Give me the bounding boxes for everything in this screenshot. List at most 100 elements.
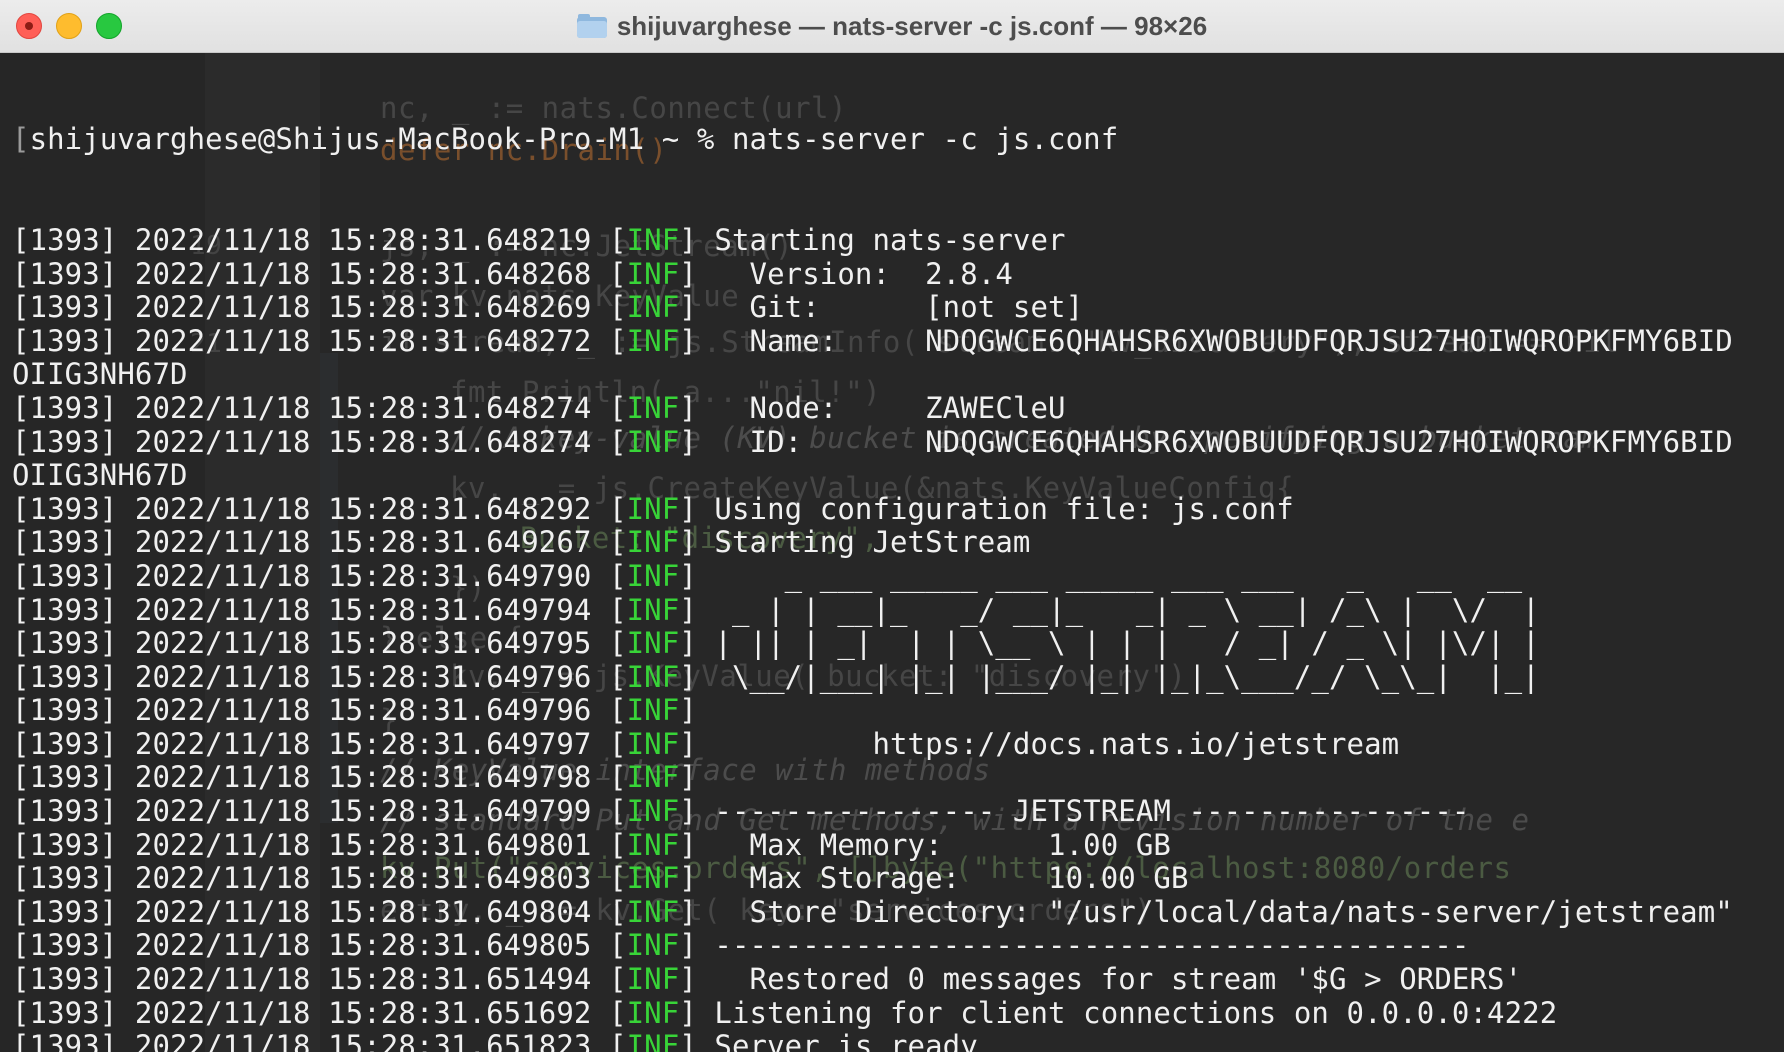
log-line: [1393] 2022/11/18 15:28:31.651494 [INF] … (12, 962, 1523, 997)
log-pid: [1393] (12, 390, 118, 425)
log-pid: [1393] (12, 525, 118, 560)
log-pid: [1393] (12, 256, 118, 291)
log-pid: [1393] (12, 861, 118, 896)
log-level-tag: INF (626, 525, 680, 560)
log-timestamp: 2022/11/18 15:28:31.651692 (134, 995, 592, 1030)
log-level-tag: INF (626, 726, 680, 761)
log-line: [1393] 2022/11/18 15:28:31.648269 [INF] … (12, 290, 1084, 325)
log-timestamp: 2022/11/18 15:28:31.648272 (134, 323, 592, 358)
log-message: Server is ready (696, 1029, 978, 1052)
log-message: Starting nats-server (696, 222, 1066, 257)
log-level-tag: INF (626, 290, 680, 325)
log-pid: [1393] (12, 962, 118, 997)
log-pid: [1393] (12, 760, 118, 795)
log-level-tag: INF (626, 894, 680, 929)
log-pid: [1393] (12, 928, 118, 963)
log-timestamp: 2022/11/18 15:28:31.649805 (134, 928, 592, 963)
log-level-tag: INF (626, 1029, 680, 1052)
log-timestamp: 2022/11/18 15:28:31.649797 (134, 726, 592, 761)
terminal-output-area[interactable]: nc, _ := nats.Connect(url) defer nc.Drain… (0, 53, 1784, 1052)
log-line: [1393] 2022/11/18 15:28:31.649799 [INF] … (12, 794, 1470, 829)
log-line: [1393] 2022/11/18 15:28:31.649796 [INF] (12, 693, 697, 728)
log-message: Max Memory: 1.00 GB (696, 827, 1171, 862)
log-message: \__/|___| |_| |___/ |_| |_|_\___/_/ \_\_… (696, 659, 1540, 694)
log-message: Listening for client connections on 0.0.… (696, 995, 1558, 1030)
log-line: [1393] 2022/11/18 15:28:31.651692 [INF] … (12, 995, 1558, 1030)
log-line: [1393] 2022/11/18 15:28:31.649794 [INF] … (12, 592, 1540, 627)
log-timestamp: 2022/11/18 15:28:31.648292 (134, 491, 592, 526)
log-line: [1393] 2022/11/18 15:28:31.648274 [INF] … (12, 424, 1733, 459)
log-line: [1393] 2022/11/18 15:28:31.649795 [INF] … (12, 626, 1540, 661)
log-message: Store Directory: "/usr/local/data/nats-s… (696, 894, 1733, 929)
terminal-window: shijuvarghese — nats-server -c js.conf —… (0, 0, 1784, 1052)
log-message: ---------------- JETSTREAM -------------… (696, 794, 1470, 829)
log-line: [1393] 2022/11/18 15:28:31.649797 [INF] … (12, 726, 1400, 761)
log-line: [1393] 2022/11/18 15:28:31.651823 [INF] … (12, 1029, 1733, 1052)
log-timestamp: 2022/11/18 15:28:31.649267 (134, 525, 592, 560)
log-pid: [1393] (12, 592, 118, 627)
log-message: Node: ZAWECleU (696, 390, 1066, 425)
log-message: ID: NDQGWCE6QHAHSR6XWOBUUDFQRJSU27HOIWQR… (696, 424, 1733, 459)
log-pid: [1393] (12, 323, 118, 358)
log-message: _ | | __|_ _/ __|_ _| _ \ __| /_\ | \/ | (696, 592, 1540, 627)
log-level-tag: INF (626, 827, 680, 862)
log-line: [1393] 2022/11/18 15:28:31.649805 [INF] … (12, 928, 1470, 963)
log-message: Using configuration file: js.conf (696, 491, 1294, 526)
log-message: Starting JetStream (696, 525, 1031, 560)
log-level-tag: INF (626, 491, 680, 526)
log-pid: [1393] (12, 726, 118, 761)
log-timestamp: 2022/11/18 15:28:31.648269 (134, 290, 592, 325)
log-level-tag: INF (626, 626, 680, 661)
log-timestamp: 2022/11/18 15:28:31.649796 (134, 659, 592, 694)
log-line: [1393] 2022/11/18 15:28:31.649801 [INF] … (12, 827, 1171, 862)
log-message: ----------------------------------------… (696, 928, 1470, 963)
log-timestamp: 2022/11/18 15:28:31.649795 (134, 626, 592, 661)
log-level-tag: INF (626, 928, 680, 963)
log-line-wrap: OIIG3NH67D (12, 458, 1733, 493)
log-timestamp: 2022/11/18 15:28:31.648274 (134, 424, 592, 459)
log-timestamp: 2022/11/18 15:28:31.649790 (134, 558, 592, 593)
log-line-wrap: OIIG3NH67D (12, 358, 1733, 392)
log-level-tag: INF (626, 760, 680, 795)
log-line: [1393] 2022/11/18 15:28:31.648268 [INF] … (12, 256, 1013, 291)
log-level-tag: INF (626, 222, 680, 257)
log-line: [1393] 2022/11/18 15:28:31.649796 [INF] … (12, 659, 1540, 694)
log-pid: [1393] (12, 659, 118, 694)
log-wrap-text: OIIG3NH67D (12, 357, 188, 392)
log-pid: [1393] (12, 995, 118, 1030)
log-timestamp: 2022/11/18 15:28:31.651494 (134, 962, 592, 997)
prompt-line: [shijuvarghese@Shijus-MacBook-Pro-M1 ~ %… (12, 122, 1119, 157)
log-timestamp: 2022/11/18 15:28:31.648219 (134, 222, 592, 257)
log-pid: [1393] (12, 794, 118, 829)
log-line: [1393] 2022/11/18 15:28:31.649267 [INF] … (12, 525, 1031, 560)
log-pid: [1393] (12, 290, 118, 325)
log-timestamp: 2022/11/18 15:28:31.649801 (134, 827, 592, 862)
log-timestamp: 2022/11/18 15:28:31.651823 (134, 1029, 592, 1052)
log-pid: [1393] (12, 424, 118, 459)
log-line: [1393] 2022/11/18 15:28:31.649804 [INF] … (12, 894, 1733, 929)
log-pid: [1393] (12, 693, 118, 728)
log-pid: [1393] (12, 222, 118, 257)
log-timestamp: 2022/11/18 15:28:31.648274 (134, 390, 592, 425)
log-timestamp: 2022/11/18 15:28:31.649796 (134, 693, 592, 728)
window-title: shijuvarghese — nats-server -c js.conf —… (616, 10, 1208, 41)
log-level-tag: INF (626, 659, 680, 694)
log-pid: [1393] (12, 827, 118, 862)
log-line: [1393] 2022/11/18 15:28:31.649790 [INF] … (12, 558, 1523, 593)
log-pid: [1393] (12, 626, 118, 661)
log-timestamp: 2022/11/18 15:28:31.648268 (134, 256, 592, 291)
log-line: [1393] 2022/11/18 15:28:31.649803 [INF] … (12, 861, 1189, 896)
title-bar[interactable]: shijuvarghese — nats-server -c js.conf —… (0, 0, 1784, 53)
log-message: Restored 0 messages for stream '$G > ORD… (696, 962, 1523, 997)
log-level-tag: INF (626, 592, 680, 627)
log-level-tag: INF (626, 861, 680, 896)
log-timestamp: 2022/11/18 15:28:31.649803 (134, 861, 592, 896)
log-level-tag: INF (626, 693, 680, 728)
folder-icon (576, 14, 607, 38)
log-timestamp: 2022/11/18 15:28:31.649798 (134, 760, 592, 795)
log-pid: [1393] (12, 894, 118, 929)
log-level-tag: INF (626, 558, 680, 593)
log-pid: [1393] (12, 491, 118, 526)
terminal-lines: [shijuvarghese@Shijus-MacBook-Pro-M1 ~ %… (12, 56, 1733, 1052)
log-line: [1393] 2022/11/18 15:28:31.648219 [INF] … (12, 222, 1066, 257)
